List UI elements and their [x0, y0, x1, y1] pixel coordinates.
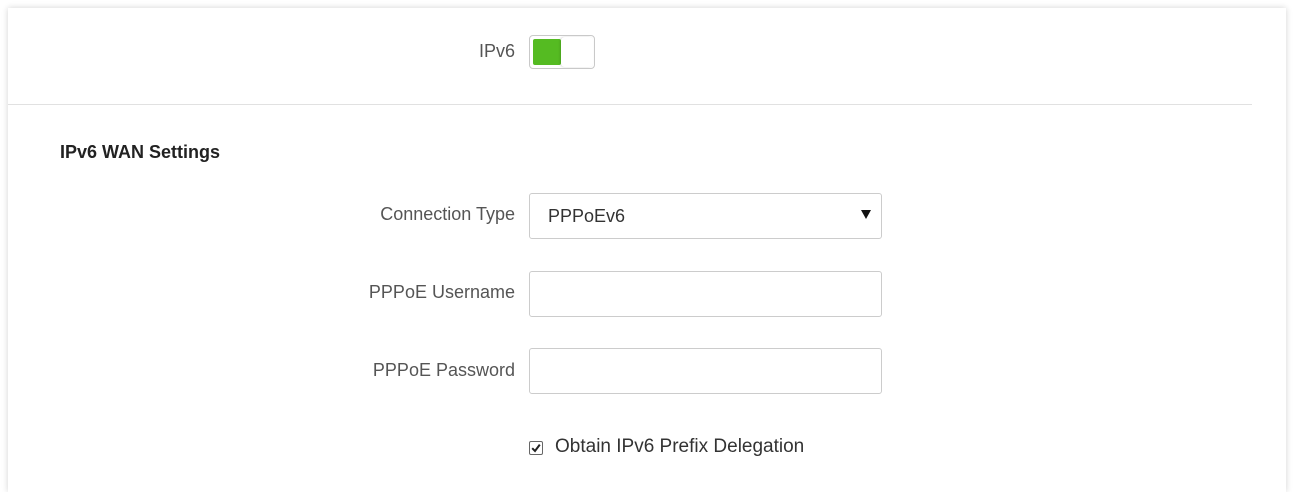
ipv6-toggle[interactable] — [529, 35, 595, 69]
prefix-delegation-checkbox[interactable] — [529, 441, 543, 455]
connection-type-label: Connection Type — [380, 204, 515, 224]
prefix-delegation-label: Obtain IPv6 Prefix Delegation — [555, 436, 805, 457]
toggle-on-indicator — [533, 39, 561, 65]
pppoe-password-label: PPPoE Password — [372, 360, 515, 380]
chevron-down-icon — [861, 210, 871, 219]
pppoe-username-input[interactable] — [529, 271, 882, 317]
pppoe-username-label: PPPoE Username — [368, 282, 515, 302]
section-title-ipv6-wan: IPv6 WAN Settings — [60, 142, 221, 162]
settings-panel: IPv6 IPv6 WAN Settings Connection Type P… — [8, 8, 1286, 492]
pppoe-password-input[interactable] — [529, 348, 882, 394]
ipv6-row: IPv6 — [8, 8, 1252, 105]
connection-type-select[interactable]: PPPoEv6 — [529, 193, 882, 239]
checkmark-icon — [531, 444, 541, 453]
toggle-knob — [561, 37, 593, 67]
ipv6-label: IPv6 — [478, 41, 515, 61]
connection-type-value: PPPoEv6 — [548, 206, 626, 226]
